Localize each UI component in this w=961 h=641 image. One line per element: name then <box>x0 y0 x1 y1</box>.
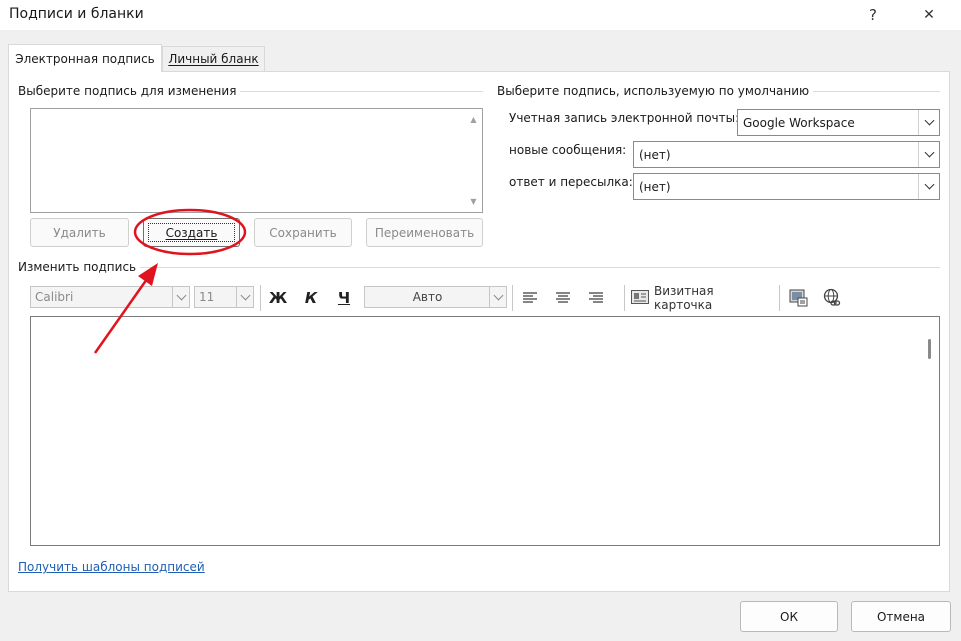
font-value: Calibri <box>35 290 74 304</box>
chevron-down-icon[interactable] <box>172 287 189 307</box>
email-account-label: Учетная запись электронной почты: <box>509 111 740 125</box>
tab-label: Электронная подпись <box>15 51 155 66</box>
business-card-label: Визитная карточка <box>654 284 714 312</box>
font-color-value: Авто <box>412 290 443 304</box>
toolbar-separator <box>624 285 625 311</box>
underline-button[interactable]: Ч <box>331 285 357 311</box>
signature-list[interactable]: ▲ ▼ <box>30 108 483 213</box>
reply-forward-select[interactable]: (нет) <box>633 173 940 200</box>
select-signature-heading: Выберите подпись для изменения <box>18 84 241 98</box>
align-left-icon[interactable] <box>517 285 543 311</box>
align-right-icon[interactable] <box>583 285 609 311</box>
get-templates-link[interactable]: Получить шаблоны подписей <box>18 560 205 574</box>
reply-forward-value: (нет) <box>639 179 671 194</box>
new-messages-select[interactable]: (нет) <box>633 141 940 168</box>
tab-label: Личный бланк <box>168 52 259 66</box>
new-messages-value: (нет) <box>639 147 671 162</box>
rename-button[interactable]: Переименовать <box>366 218 483 247</box>
window-title: Подписи и бланки <box>9 6 144 22</box>
scroll-thumb[interactable] <box>928 339 931 359</box>
close-button[interactable]: ✕ <box>906 0 952 30</box>
insert-picture-icon[interactable] <box>786 285 812 311</box>
list-scrollbar[interactable]: ▲ ▼ <box>465 109 482 212</box>
save-button[interactable]: Сохранить <box>254 218 352 247</box>
toolbar-separator <box>260 285 261 311</box>
editor-scrollbar[interactable] <box>920 317 939 545</box>
chevron-down-icon[interactable] <box>918 142 939 167</box>
tab-personal-stationery[interactable]: Личный бланк <box>162 46 265 71</box>
chevron-down-icon[interactable] <box>918 174 939 199</box>
delete-button[interactable]: Удалить <box>30 218 129 247</box>
edit-signature-heading: Изменить подпись <box>18 260 141 274</box>
title-bar: Подписи и бланки ? ✕ <box>0 0 961 30</box>
font-size-select[interactable]: 11 <box>194 286 254 308</box>
email-account-value: Google Workspace <box>743 115 855 130</box>
ok-button[interactable]: ОК <box>740 601 838 632</box>
scroll-down-icon[interactable]: ▼ <box>465 194 482 209</box>
help-icon: ? <box>869 6 877 24</box>
font-color-select[interactable]: Авто <box>364 286 507 308</box>
toolbar-separator <box>512 285 513 311</box>
create-button[interactable]: Создать <box>143 218 240 247</box>
create-button-label: Создать <box>165 225 218 240</box>
font-select[interactable]: Calibri <box>30 286 190 308</box>
business-card-icon <box>631 289 649 307</box>
new-messages-label: новые сообщения: <box>509 143 627 157</box>
toolbar-separator <box>779 285 780 311</box>
help-button[interactable]: ? <box>850 0 896 30</box>
group-divider <box>18 267 940 268</box>
bold-button[interactable]: Ж <box>265 285 291 311</box>
scroll-up-icon[interactable]: ▲ <box>465 112 482 127</box>
email-account-select[interactable]: Google Workspace <box>737 109 940 136</box>
chevron-down-icon[interactable] <box>918 110 939 135</box>
business-card-button[interactable]: Визитная карточка <box>631 284 771 312</box>
default-signature-heading: Выберите подпись, используемую по умолча… <box>497 84 814 98</box>
chevron-down-icon[interactable] <box>236 287 253 307</box>
font-size-value: 11 <box>199 290 215 304</box>
close-icon: ✕ <box>923 7 935 23</box>
align-center-icon[interactable] <box>550 285 576 311</box>
tab-email-signature[interactable]: Электронная подпись <box>8 44 162 72</box>
italic-button[interactable]: К <box>298 285 324 311</box>
insert-hyperlink-icon[interactable] <box>819 285 845 311</box>
reply-forward-label: ответ и пересылка: <box>509 175 633 189</box>
chevron-down-icon[interactable] <box>489 287 506 307</box>
cancel-button[interactable]: Отмена <box>851 601 951 632</box>
signature-editor[interactable] <box>30 316 940 546</box>
